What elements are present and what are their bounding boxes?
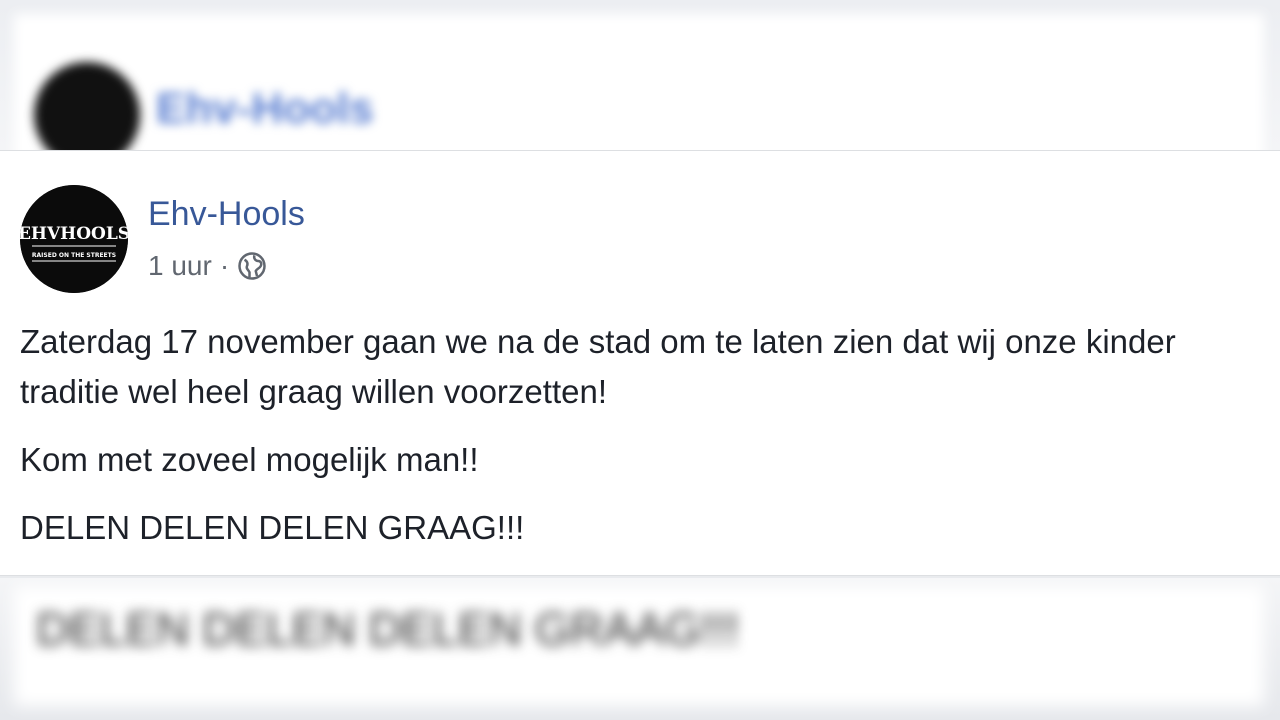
post-paragraph: DELEN DELEN DELEN GRAAG!!!	[20, 509, 525, 546]
author-link[interactable]: Ehv-Hools	[148, 195, 305, 234]
blurred-author-name: Ehv-Hools	[156, 84, 374, 133]
profile-avatar[interactable]: EHVHOOLS RAISED ON THE STREETS	[20, 185, 128, 293]
blurred-background-bottom: DELEN DELEN DELEN GRAAG!!!	[0, 578, 1280, 720]
post-body: Zaterdag 17 november gaan we na de stad …	[20, 317, 1260, 571]
meta-separator: ·	[219, 250, 230, 281]
facebook-post: EHVHOOLS RAISED ON THE STREETS Ehv-Hools…	[0, 150, 1280, 576]
blurred-background-top: Ehv-Hools	[0, 0, 1280, 150]
post-paragraph: Zaterdag 17 november gaan we na de stad …	[20, 323, 1176, 410]
svg-text:EHVHOOLS: EHVHOOLS	[20, 224, 128, 244]
timestamp-link[interactable]: 1 uur	[148, 250, 212, 282]
ehv-hools-logo-icon: EHVHOOLS RAISED ON THE STREETS	[20, 185, 128, 293]
blurred-text: DELEN DELEN DELEN GRAAG!!!	[36, 603, 739, 655]
post-paragraph: Kom met zoveel mogelijk man!!	[20, 441, 479, 478]
globe-icon[interactable]	[237, 251, 267, 281]
post-meta: 1 uur ·	[148, 249, 267, 283]
svg-text:RAISED ON THE STREETS: RAISED ON THE STREETS	[32, 252, 116, 259]
